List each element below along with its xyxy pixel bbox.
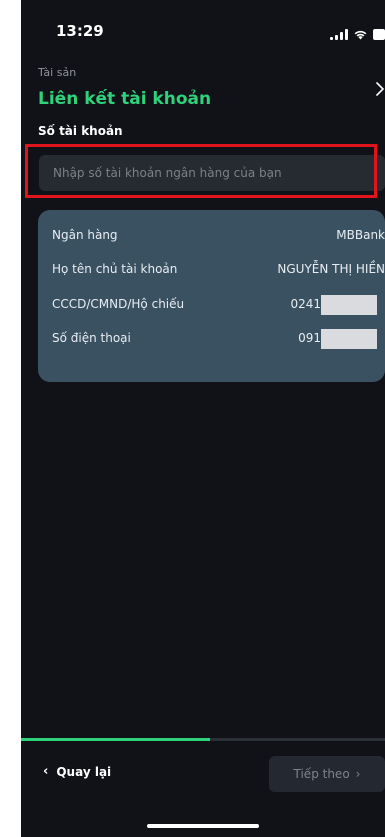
page-title: Liên kết tài khoản: [38, 89, 212, 109]
status-time: 13:29: [56, 22, 104, 40]
signal-icon: [330, 29, 348, 40]
info-label: Họ tên chủ tài khoản: [52, 262, 178, 276]
chevron-left-icon: ‹: [43, 764, 49, 779]
info-value: NGUYỄN THỊ HIỀN: [277, 262, 385, 276]
info-value: 091: [298, 331, 321, 345]
app-screen: 13:29 Tài sản Liên kết tài khoản Số tài …: [21, 0, 385, 837]
info-row-phone: Số điện thoại 091: [38, 329, 385, 349]
back-button[interactable]: ‹ Quay lại: [43, 764, 111, 779]
step-progress-fill: [21, 738, 211, 741]
battery-icon: [373, 29, 385, 40]
status-icons: [330, 26, 385, 40]
info-row-bank: Ngân hàng MBBank: [38, 226, 385, 246]
redaction-mask: [321, 295, 377, 315]
info-label: CCCD/CMND/Hộ chiếu: [52, 297, 185, 311]
input-highlight-box: [25, 144, 377, 198]
back-button-label: Quay lại: [56, 764, 112, 779]
chevron-right-icon: ›: [355, 767, 361, 781]
info-label: Ngân hàng: [52, 228, 118, 242]
info-row-account-holder: Họ tên chủ tài khoản NGUYỄN THỊ HIỀN: [38, 260, 385, 280]
next-button[interactable]: Tiếp theo ›: [269, 756, 385, 792]
redaction-mask: [321, 329, 377, 349]
account-number-label: Số tài khoản: [38, 124, 123, 138]
next-button-label: Tiếp theo: [293, 767, 350, 781]
info-value: 0241: [290, 297, 321, 311]
wifi-icon: [353, 29, 368, 40]
home-indicator: [147, 824, 259, 828]
breadcrumb: Tài sản: [38, 66, 77, 79]
info-label: Số điện thoại: [52, 331, 131, 345]
step-progress-bar: [21, 738, 385, 741]
info-value: MBBank: [336, 228, 385, 242]
bank-info-card: Ngân hàng MBBank Họ tên chủ tài khoản NG…: [38, 210, 385, 382]
status-bar: 13:29: [21, 0, 385, 62]
close-chevron-icon[interactable]: [375, 80, 385, 98]
info-row-id-number: CCCD/CMND/Hộ chiếu 0241: [38, 295, 385, 315]
